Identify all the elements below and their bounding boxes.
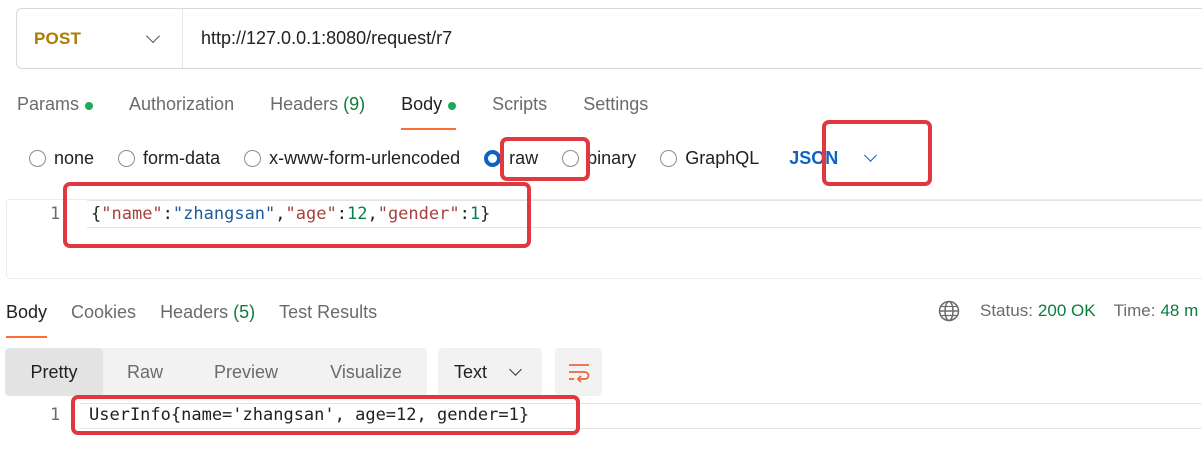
- body-type-graphql[interactable]: GraphQL: [660, 148, 759, 169]
- tab-headers[interactable]: Headers (9): [270, 90, 365, 130]
- radio-label: none: [54, 147, 95, 168]
- status-value[interactable]: 200 OK: [1038, 301, 1096, 321]
- tab-authorization[interactable]: Authorization: [129, 90, 234, 130]
- chevron-down-icon: [509, 363, 522, 376]
- response-tabs: Body Cookies Headers (5) Test Results: [6, 298, 401, 338]
- view-pretty-button[interactable]: Pretty: [5, 348, 103, 396]
- body-type-options: none form-data x-www-form-urlencoded raw…: [29, 146, 878, 170]
- view-mode-group: Pretty Raw Preview Visualize: [5, 348, 427, 396]
- line-number: 1: [50, 204, 61, 224]
- highlight-request-body: [63, 182, 531, 248]
- chevron-down-icon: [145, 28, 161, 44]
- globe-icon[interactable]: [938, 300, 960, 322]
- tab-count: (9): [343, 94, 366, 114]
- time-label: Time:: [1113, 301, 1156, 320]
- status-dot: [448, 102, 457, 110]
- view-label: Preview: [213, 361, 279, 382]
- response-format-select[interactable]: Text: [438, 348, 542, 396]
- response-tab-test-results[interactable]: Test Results: [279, 298, 377, 338]
- tab-label: Headers: [160, 302, 229, 322]
- tab-label: Test Results: [279, 302, 378, 322]
- view-label: Pretty: [30, 361, 78, 382]
- format-label: Text: [454, 361, 488, 382]
- status-label: Status:: [980, 301, 1033, 320]
- tab-params[interactable]: Params: [17, 90, 94, 130]
- body-type-form-data[interactable]: form-data: [118, 148, 220, 169]
- tab-count: (5): [233, 302, 256, 322]
- radio-icon: [244, 149, 262, 167]
- view-raw-button[interactable]: Raw: [103, 348, 187, 396]
- highlight-raw: [500, 137, 590, 181]
- tab-label: Params: [17, 94, 80, 114]
- request-url-bar: POST http://127.0.0.1:8080/request/r7: [16, 8, 1202, 69]
- radio-label: x-www-form-urlencoded: [269, 147, 461, 168]
- wrap-lines-icon: [568, 364, 589, 383]
- view-preview-button[interactable]: Preview: [187, 348, 305, 396]
- tab-label: Body: [401, 94, 443, 114]
- body-type-urlencoded[interactable]: x-www-form-urlencoded: [244, 148, 460, 169]
- tab-label: Cookies: [71, 302, 137, 322]
- tab-label: Scripts: [492, 94, 548, 114]
- body-type-none[interactable]: none: [29, 148, 94, 169]
- radio-checked-icon: [484, 149, 502, 167]
- highlight-json: [822, 120, 932, 186]
- response-tab-body[interactable]: Body: [6, 298, 48, 338]
- response-tab-headers[interactable]: Headers (5): [160, 298, 255, 338]
- method-select[interactable]: POST: [17, 9, 183, 68]
- line-number: 1: [50, 405, 61, 425]
- tab-label: Body: [6, 302, 48, 322]
- tab-label: Headers: [270, 94, 339, 114]
- response-status: Status: 200 OK Time: 48 m: [938, 300, 1198, 322]
- wrap-lines-button[interactable]: [555, 348, 602, 396]
- method-label: POST: [34, 28, 82, 48]
- highlight-response-body: [71, 395, 580, 435]
- tab-scripts[interactable]: Scripts: [492, 90, 547, 130]
- tab-settings[interactable]: Settings: [583, 90, 648, 130]
- tab-body[interactable]: Body: [401, 90, 457, 130]
- tab-label: Settings: [583, 94, 649, 114]
- request-tabs: Params Authorization Headers (9) Body Sc…: [17, 90, 684, 130]
- view-label: Visualize: [330, 361, 402, 382]
- time-value[interactable]: 48 m: [1160, 301, 1198, 321]
- radio-label: form-data: [143, 147, 221, 168]
- view-label: Raw: [126, 361, 163, 382]
- radio-icon: [118, 149, 136, 167]
- status-dot: [85, 102, 94, 110]
- radio-label: binary: [587, 147, 637, 168]
- tab-label: Authorization: [129, 94, 235, 114]
- view-visualize-button[interactable]: Visualize: [305, 348, 427, 396]
- radio-icon: [660, 149, 678, 167]
- url-input[interactable]: http://127.0.0.1:8080/request/r7: [201, 28, 452, 49]
- response-tab-cookies[interactable]: Cookies: [71, 298, 136, 338]
- radio-icon: [29, 149, 46, 167]
- radio-label: GraphQL: [685, 147, 760, 168]
